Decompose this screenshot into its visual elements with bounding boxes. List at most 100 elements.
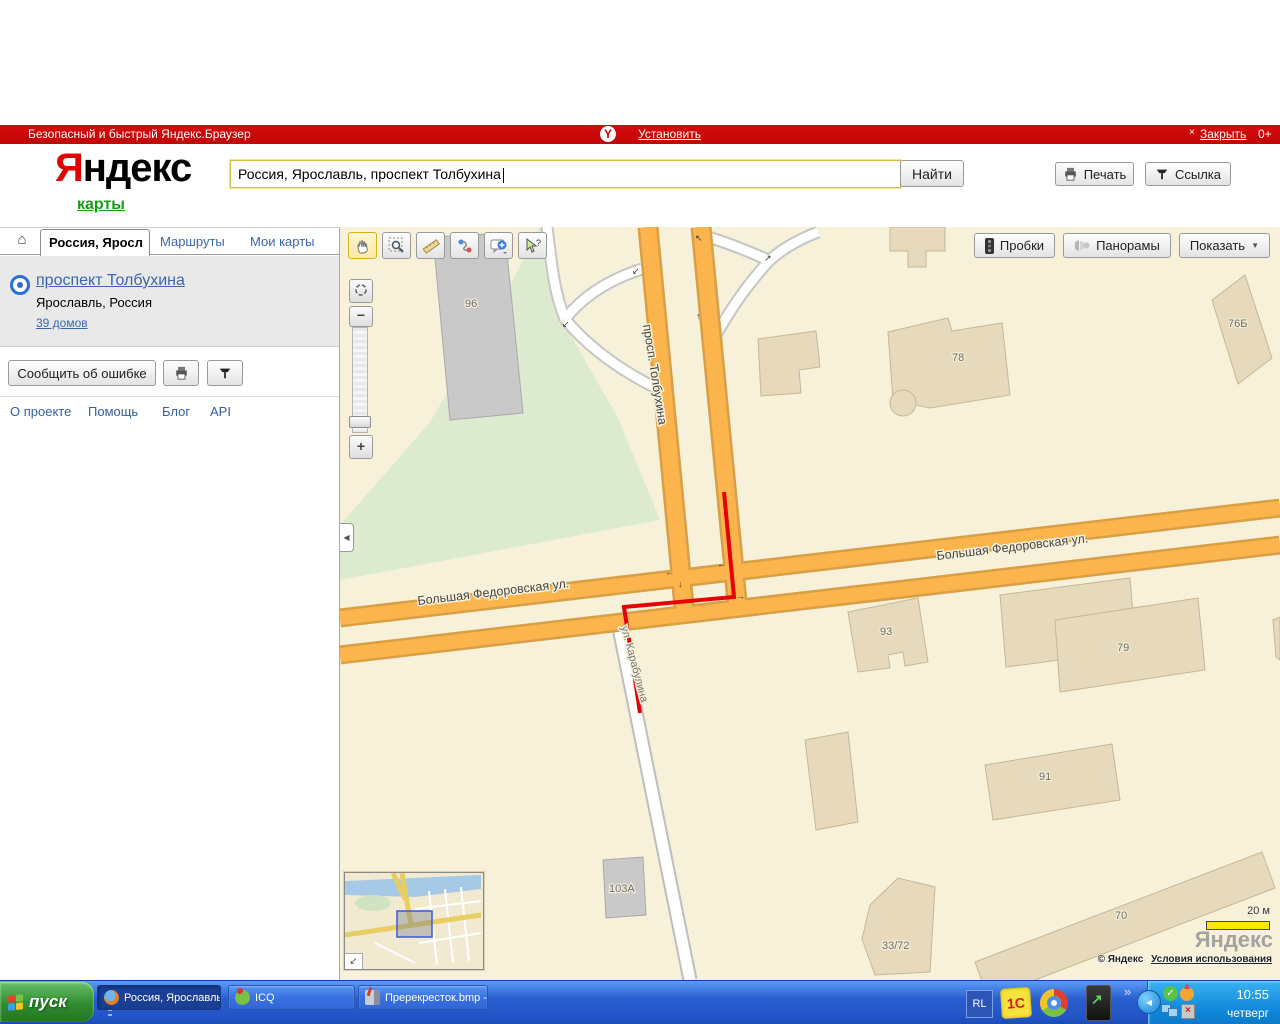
add-placemark-tool-button[interactable]	[484, 232, 513, 259]
paint-icon	[365, 990, 380, 1005]
pan-tool-button[interactable]	[348, 232, 377, 259]
error-tray-icon[interactable]: ×	[1181, 1004, 1195, 1019]
task-icq-window[interactable]: ICQ	[228, 985, 355, 1010]
taskbar-clock[interactable]: 10:55 четверг	[1227, 987, 1269, 1020]
svg-text:←: ←	[717, 559, 726, 569]
panoramas-button[interactable]: Панорамы	[1063, 233, 1171, 258]
zoom-control: − +	[349, 279, 371, 459]
task-paint-window[interactable]: Пререкресток.bmp -...	[358, 985, 488, 1010]
route-icon	[456, 237, 474, 255]
task-browser-window[interactable]: Россия, Ярославль, ...	[97, 985, 221, 1010]
yandex-browser-ad-banner: Безопасный и быстрый Яндекс.Браузер Y Ус…	[0, 125, 1280, 144]
hand-icon	[354, 237, 372, 255]
zoom-slider-handle[interactable]	[349, 416, 371, 428]
zoom-out-button[interactable]: −	[349, 306, 373, 327]
home-icon: ⌂	[17, 231, 26, 248]
sidebar-collapse-handle[interactable]: ◀	[340, 523, 354, 552]
show-dropdown-button[interactable]: Показать ▼	[1179, 233, 1270, 258]
printer-icon	[1063, 167, 1078, 181]
home-tab[interactable]: ⌂	[8, 231, 36, 253]
tab-search-results[interactable]: Россия, Яросл	[40, 229, 150, 256]
locate-button[interactable]	[349, 279, 373, 303]
search-result-item[interactable]: проспект Толбухина Ярославль, Россия 39 …	[0, 256, 339, 347]
svg-text:←: ←	[665, 567, 674, 577]
zoom-slider-track[interactable]	[352, 327, 368, 433]
target-icon	[354, 283, 368, 297]
result-houses-link[interactable]: 39 домов	[36, 316, 88, 330]
magnifier-select-icon	[388, 237, 406, 255]
about-link[interactable]: О проекте	[10, 404, 71, 419]
map-layer-buttons: Пробки Панорамы Показать ▼	[974, 233, 1270, 258]
1c-launch-icon[interactable]: 1С	[1000, 987, 1032, 1019]
building-label: 93	[880, 626, 892, 638]
traffic-button[interactable]: Пробки	[974, 233, 1055, 258]
minimap-collapse-button[interactable]: ↙	[345, 953, 363, 969]
svg-text:↙: ↙	[562, 319, 570, 329]
phone-launch-icon[interactable]	[1086, 985, 1111, 1021]
language-indicator[interactable]: RL	[966, 990, 993, 1018]
terms-link[interactable]: Условия использования	[1151, 954, 1272, 965]
print-button[interactable]: Печать	[1055, 162, 1134, 186]
yandex-logo[interactable]: Яндекс	[55, 146, 191, 191]
api-link[interactable]: API	[210, 404, 231, 419]
screen: Безопасный и быстрый Яндекс.Браузер Y Ус…	[0, 0, 1280, 1024]
copyright: © Яндекс Условия использования	[1098, 954, 1272, 965]
yandex-browser-icon: Y	[600, 126, 616, 142]
text-caret	[503, 168, 504, 183]
minimap-drawing	[345, 873, 481, 967]
system-tray: ◂ ✓ × 10:55 четверг	[1147, 981, 1280, 1024]
map-canvas[interactable]: просп. Толбухина Большая Федоровская ул.…	[340, 227, 1280, 980]
whats-here-tool-button[interactable]: ?	[518, 232, 547, 259]
report-error-button[interactable]: Сообщить об ошибке	[8, 360, 156, 386]
tray-collapse-button[interactable]: ◂	[1137, 990, 1161, 1014]
placemark-icon	[490, 237, 508, 255]
ruler-icon	[422, 237, 440, 255]
help-link[interactable]: Помощь	[88, 404, 138, 419]
svg-text:↓: ↓	[678, 579, 683, 589]
arrow-downleft-icon: ↙	[349, 956, 357, 967]
skype-tray-icon[interactable]: ✓	[1163, 986, 1178, 1001]
link-icon-button[interactable]	[207, 360, 243, 386]
tab-my-maps[interactable]: Мои карты	[242, 229, 323, 255]
start-button[interactable]: пуск	[0, 982, 94, 1022]
svg-text:↖: ↖	[695, 233, 703, 243]
svg-text:↙: ↙	[632, 266, 640, 276]
print-icon-button[interactable]	[163, 360, 199, 386]
building-label: 96	[465, 298, 477, 310]
result-title-link[interactable]: проспект Толбухина	[36, 272, 185, 290]
search-text: Россия, Ярославль, проспект Толбухина	[238, 166, 501, 182]
route-tool-button[interactable]	[450, 232, 479, 259]
ruler-tool-button[interactable]	[416, 232, 445, 259]
icq-icon	[235, 990, 250, 1005]
chrome-launch-icon[interactable]	[1040, 989, 1068, 1017]
network-tray-icon[interactable]	[1161, 1004, 1178, 1017]
map-drawing: просп. Толбухина Большая Федоровская ул.…	[340, 227, 1280, 980]
printer-icon	[174, 366, 189, 380]
clock-day: четверг	[1227, 1006, 1269, 1020]
blog-link[interactable]: Блог	[162, 404, 190, 419]
zoom-select-tool-button[interactable]	[382, 232, 411, 259]
tab-routes[interactable]: Маршруты	[152, 229, 233, 255]
maps-link[interactable]: карты	[77, 196, 125, 214]
ad-text: Безопасный и быстрый Яндекс.Браузер	[28, 127, 251, 141]
search-input[interactable]: Россия, Ярославль, проспект Толбухина	[230, 160, 901, 188]
building-label: 103А	[609, 883, 635, 895]
overview-minimap[interactable]: ↙	[344, 872, 484, 970]
sidebar: ⌂ Россия, Яросл Маршруты Мои карты просп…	[0, 227, 340, 981]
install-link[interactable]: Установить	[638, 127, 701, 141]
close-ad-link[interactable]: Закрыть	[1200, 127, 1246, 141]
link-button[interactable]: Ссылка	[1145, 162, 1231, 186]
find-button[interactable]: Найти	[900, 160, 964, 187]
icq-status-tray-icon[interactable]	[1180, 987, 1194, 1001]
age-rating: 0+	[1258, 127, 1272, 141]
clock-time: 10:55	[1227, 987, 1269, 1002]
building-label: 76Б	[1228, 318, 1247, 330]
chevron-left-icon: ◀	[343, 533, 349, 542]
map-pin-icon	[1155, 167, 1169, 181]
close-x-icon[interactable]: ×	[1189, 127, 1195, 138]
building-label: 33/72	[882, 940, 910, 952]
traffic-light-icon	[985, 238, 994, 254]
zoom-in-button[interactable]: +	[349, 435, 373, 459]
quicklaunch-overflow-chevron[interactable]: »	[1124, 984, 1131, 999]
taskbar: пуск Россия, Ярославль, ... ICQ Пререкре…	[0, 980, 1280, 1024]
